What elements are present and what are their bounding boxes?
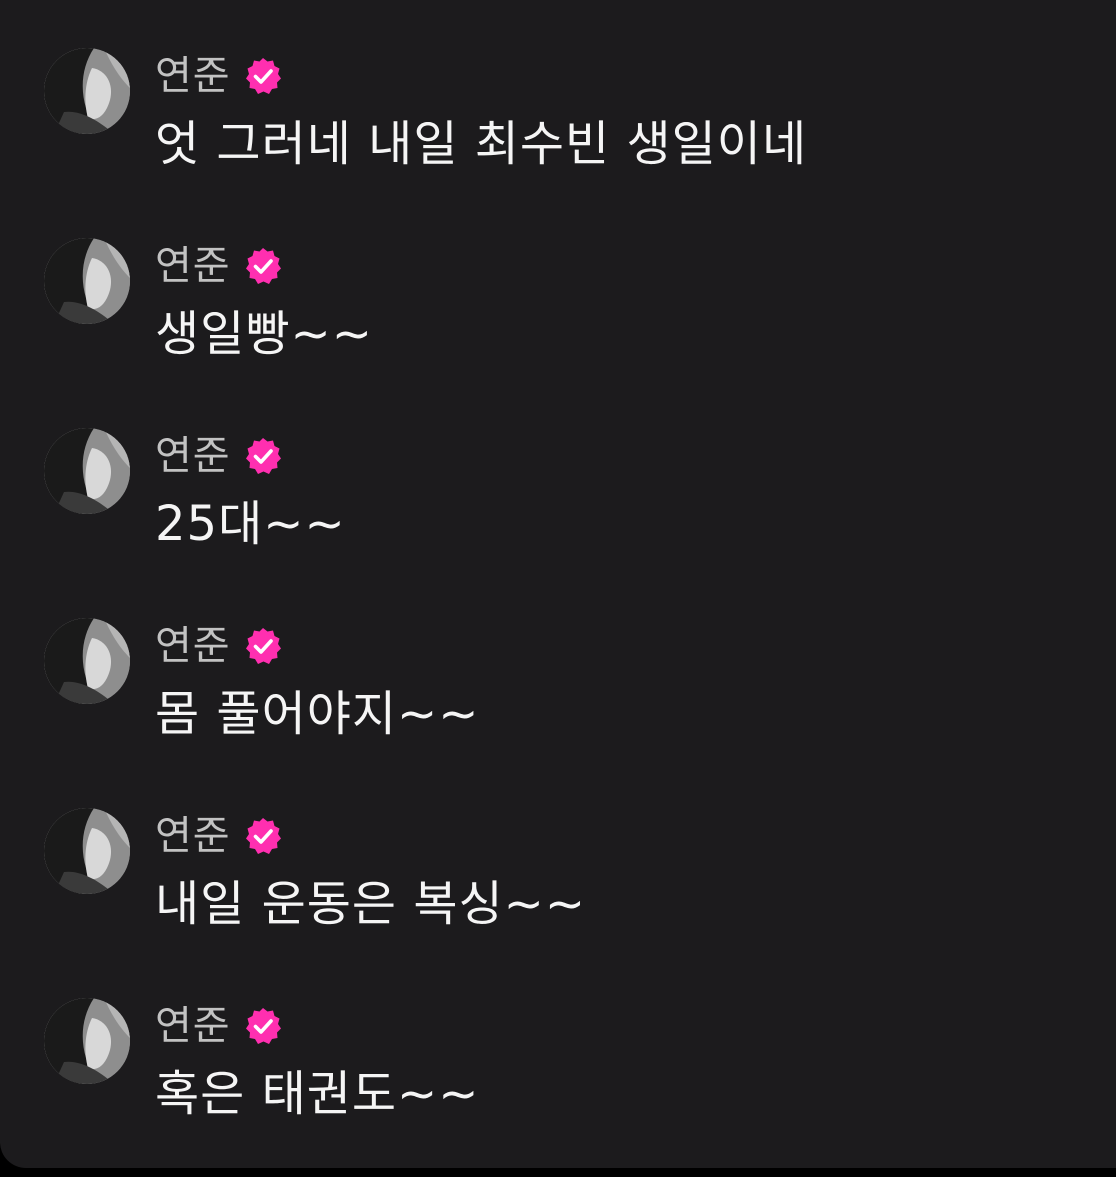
verified-badge-icon: [243, 246, 283, 286]
verified-badge-icon: [243, 1006, 283, 1046]
chat-message: 연준 몸 풀어야지~~: [0, 570, 1116, 742]
verified-badge-icon: [243, 56, 283, 96]
chat-panel: 연준 엇 그러네 내일 최수빈 생일이네 연준 생일빵~~ 연준 25대~~ 연…: [0, 0, 1116, 1168]
username[interactable]: 연준: [155, 430, 231, 482]
message-text: 몸 풀어야지~~: [155, 686, 480, 742]
name-row: 연준: [155, 240, 283, 292]
avatar-photo: [44, 618, 130, 704]
chat-message: 연준 혹은 태권도~~: [0, 950, 1116, 1122]
verified-badge-icon: [243, 626, 283, 666]
username[interactable]: 연준: [155, 620, 231, 672]
avatar-photo: [44, 238, 130, 324]
message-text: 엇 그러네 내일 최수빈 생일이네: [155, 116, 808, 172]
avatar[interactable]: [44, 48, 130, 134]
username[interactable]: 연준: [155, 50, 231, 102]
username[interactable]: 연준: [155, 1000, 231, 1052]
message-text: 혹은 태권도~~: [155, 1066, 480, 1122]
avatar[interactable]: [44, 808, 130, 894]
message-text: 내일 운동은 복싱~~: [155, 876, 587, 932]
name-row: 연준: [155, 430, 283, 482]
chat-message: 연준 내일 운동은 복싱~~: [0, 760, 1116, 932]
message-text: 25대~~: [155, 496, 346, 552]
avatar[interactable]: [44, 428, 130, 514]
name-row: 연준: [155, 50, 283, 102]
chat-message: 연준 엇 그러네 내일 최수빈 생일이네: [0, 0, 1116, 172]
chat-message: 연준 25대~~: [0, 380, 1116, 552]
name-row: 연준: [155, 810, 283, 862]
avatar[interactable]: [44, 238, 130, 324]
avatar[interactable]: [44, 618, 130, 704]
avatar-photo: [44, 808, 130, 894]
username[interactable]: 연준: [155, 240, 231, 292]
avatar-photo: [44, 998, 130, 1084]
verified-badge-icon: [243, 436, 283, 476]
avatar[interactable]: [44, 998, 130, 1084]
name-row: 연준: [155, 1000, 283, 1052]
avatar-photo: [44, 48, 130, 134]
chat-message: 연준 생일빵~~: [0, 190, 1116, 362]
verified-badge-icon: [243, 816, 283, 856]
username[interactable]: 연준: [155, 810, 231, 862]
avatar-photo: [44, 428, 130, 514]
name-row: 연준: [155, 620, 283, 672]
message-text: 생일빵~~: [155, 306, 373, 362]
